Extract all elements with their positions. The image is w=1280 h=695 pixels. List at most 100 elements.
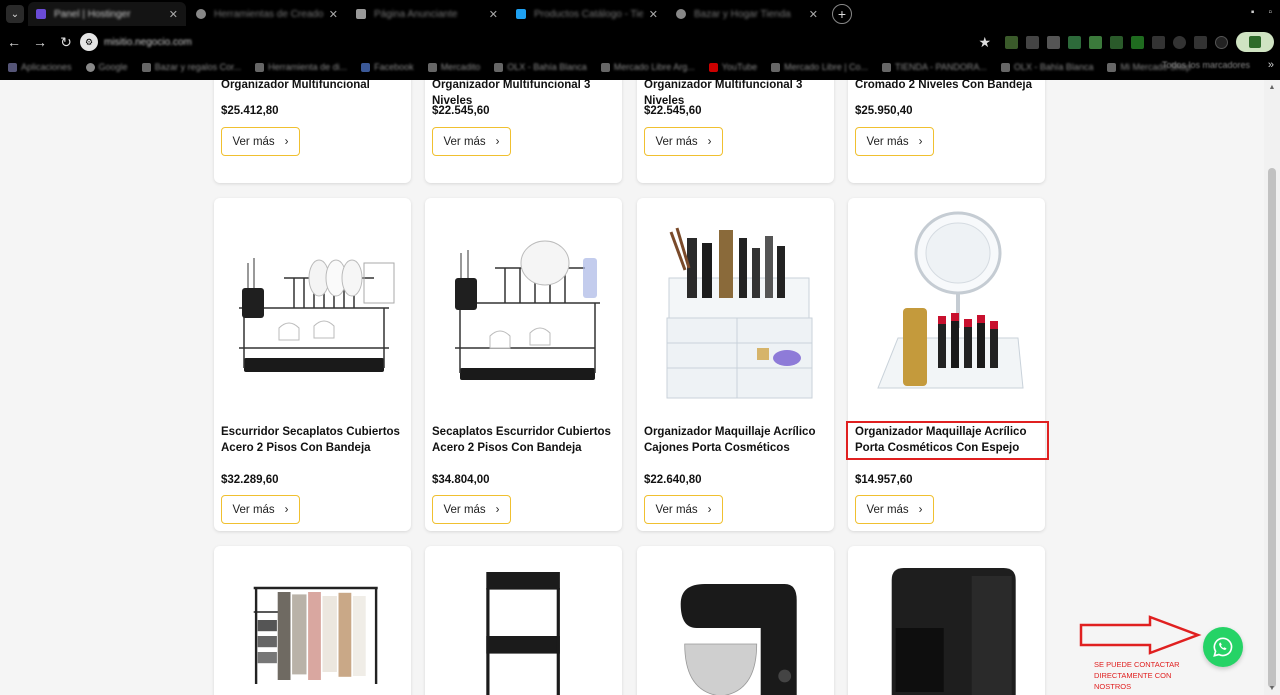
dish-rack-image[interactable] [435,208,612,408]
makeup-mirror-organizer-image[interactable] [858,208,1035,408]
bookmark-item[interactable]: Aplicaciones [8,62,72,72]
profile-avatar[interactable] [1236,32,1274,52]
bookmark-item[interactable]: Bazar y regalos Cor... [141,62,241,72]
product-card[interactable]: Organizador Multifuncional 3 Niveles $22… [637,80,834,183]
bookmark-item[interactable]: Mercadito [427,62,480,72]
product-card[interactable]: Secaplatos Escurridor Cubiertos Acero 2 … [425,198,622,531]
bookmark-item[interactable]: Mercado Libre Arg... [600,62,695,72]
scrollbar-thumb[interactable] [1268,168,1276,688]
close-tab-icon[interactable]: ✕ [329,8,338,21]
extension-icon[interactable] [1110,35,1123,49]
ver-mas-button[interactable]: Ver más › [432,495,511,524]
bookmark-item[interactable]: OLX - Bahía Blanca [1000,62,1093,72]
url-text[interactable]: misitio.negocio.com [104,37,192,48]
bookmark-star-icon[interactable]: ★ [978,34,991,51]
chevron-right-icon: › [918,503,923,516]
back-arrow-icon[interactable]: ← [2,30,26,54]
close-tab-icon[interactable]: ✕ [649,8,658,21]
product-card[interactable]: Cromado 2 Niveles Con Bandeja $25.950,40… [848,80,1045,183]
product-title[interactable]: Cromado 2 Niveles Con Bandeja [855,80,1040,93]
ver-mas-button[interactable]: Ver más › [221,495,300,524]
tab-1[interactable]: Panel | Hostinger ✕ [28,2,186,26]
extension-icon[interactable] [1005,35,1018,49]
product-card[interactable]: Escurridor Secaplatos Cubiertos Acero 2 … [214,198,411,531]
product-title[interactable]: Secaplatos Escurridor Cubiertos Acero 2 … [432,424,617,456]
bookmark-favicon-icon [494,62,504,72]
address-bar[interactable]: ⚙ misitio.negocio.com [80,31,910,53]
extension-icon[interactable] [1089,35,1102,49]
reload-icon[interactable]: ↻ [54,30,78,54]
tab-search-chevron-icon[interactable]: ⌄ [6,5,24,23]
google-icon [85,62,95,72]
product-title[interactable]: Escurridor Secaplatos Cubiertos Acero 2 … [221,424,406,456]
storage-cart-image[interactable] [435,556,612,695]
all-bookmarks-folder[interactable]: Todos los marcadores [1162,60,1250,70]
ver-mas-button[interactable]: Ver más › [221,127,300,156]
window-controls: ▪ ▫ [1251,7,1272,18]
bookmark-item[interactable]: Mercado Libre | Co... [771,62,868,72]
chevron-right-icon: › [707,503,712,516]
product-title[interactable]: Organizador Maquillaje Acrílico Porta Co… [855,424,1040,456]
close-tab-icon[interactable]: ✕ [809,8,818,21]
new-tab-button[interactable]: + [832,4,852,24]
product-card[interactable] [425,546,622,695]
forward-arrow-icon[interactable]: → [28,30,52,54]
ver-mas-button[interactable]: Ver más › [644,127,723,156]
ver-mas-button[interactable]: Ver más › [855,127,934,156]
tab-3[interactable]: Página Anunciante ✕ [348,2,506,26]
product-card[interactable] [637,546,834,695]
scroll-up-icon[interactable]: ▲ [1264,80,1280,94]
product-price: $25.950,40 [855,105,913,117]
downloads-icon[interactable] [1215,35,1228,49]
coffee-machine-image[interactable] [858,556,1035,695]
makeup-organizer-image[interactable] [647,208,824,408]
extension-icon[interactable] [1194,35,1207,49]
extension-icon[interactable] [1026,35,1039,49]
scroll-down-icon[interactable]: ▼ [1264,681,1280,695]
product-price: $32.289,60 [221,474,279,486]
product-card[interactable] [848,546,1045,695]
ver-mas-button[interactable]: Ver más › [432,127,511,156]
extension-icon[interactable] [1068,35,1081,49]
restore-icon[interactable]: ▫ [1268,7,1272,18]
facebook-icon [361,62,371,72]
tab-2[interactable]: Herramientas de Creador ✕ [188,2,346,26]
product-card[interactable]: Organizador Multifuncional 3 Niveles $22… [425,80,622,183]
tab-title: Bazar y Hogar Tienda [694,8,791,20]
bookmark-favicon-icon [427,62,437,72]
page-scrollbar[interactable]: ▲ ▼ [1264,80,1280,695]
minimize-icon[interactable]: ▪ [1251,7,1255,18]
extension-icon[interactable] [1152,35,1165,49]
whatsapp-button[interactable] [1203,627,1243,667]
extension-icon[interactable] [1173,35,1186,49]
bookmark-item[interactable]: OLX - Bahía Blanca [494,62,587,72]
clothes-rack-image[interactable] [224,556,401,695]
bookmark-favicon-icon [1000,62,1010,72]
globe-favicon-icon [196,9,206,19]
dish-rack-image[interactable] [224,208,401,408]
extension-icon[interactable] [1047,35,1060,49]
ver-mas-button[interactable]: Ver más › [644,495,723,524]
extension-icon[interactable] [1131,35,1144,49]
bookmark-item[interactable]: TIENDA - PANDORA... [882,62,987,72]
bookmark-item[interactable]: Herramienta de di... [255,62,347,72]
tab-4[interactable]: Productos Catálogo - Tienda ✕ [508,2,666,26]
ver-mas-button[interactable]: Ver más › [855,495,934,524]
tab-bar: ⌄ Panel | Hostinger ✕ Herramientas de Cr… [0,0,1280,28]
close-tab-icon[interactable]: ✕ [489,8,498,21]
bookmarks-overflow-icon[interactable]: » [1268,59,1274,71]
stand-mixer-image[interactable] [647,556,824,695]
bookmark-item[interactable]: Google [85,62,128,72]
tab-5[interactable]: Bazar y Hogar Tienda ✕ [668,2,826,26]
product-card[interactable]: Organizador Maquillaje Acrílico Porta Co… [848,198,1045,531]
product-card[interactable]: Organizador Maquillaje Acrílico Cajones … [637,198,834,531]
site-info-icon[interactable]: ⚙ [80,33,98,51]
site-favicon-icon [516,9,526,19]
bookmark-item[interactable]: YouTube [708,62,757,72]
close-tab-icon[interactable]: ✕ [169,8,178,21]
product-title[interactable]: Organizador Multifuncional [221,80,406,93]
bookmark-item[interactable]: Facebook [361,62,414,72]
product-title[interactable]: Organizador Maquillaje Acrílico Cajones … [644,424,829,456]
product-card[interactable]: Organizador Multifuncional $25.412,80 Ve… [214,80,411,183]
product-card[interactable] [214,546,411,695]
